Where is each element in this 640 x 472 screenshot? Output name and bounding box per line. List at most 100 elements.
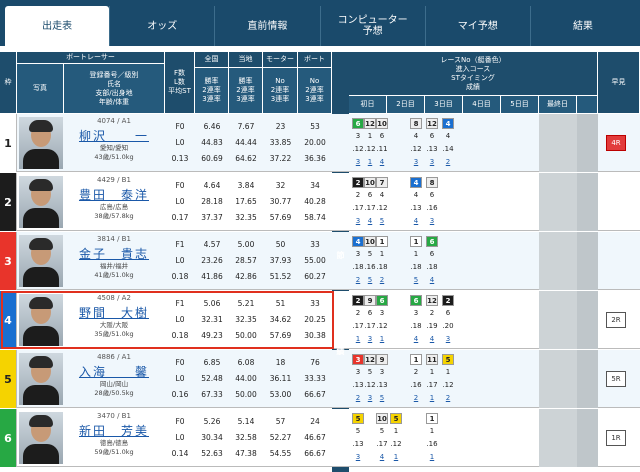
- tab-2[interactable]: 直前情報: [214, 6, 319, 46]
- race-cell: 3: [352, 354, 364, 365]
- race-cell: 10: [364, 177, 376, 188]
- race-result-link[interactable]: 5: [376, 393, 388, 404]
- tab-bar: 出走表 オッズ 直前情報 コンピューター 予想 マイ予想 結果: [0, 0, 640, 46]
- race-result-link[interactable]: 4: [426, 275, 438, 286]
- race-result-link[interactable]: 2: [442, 393, 454, 404]
- race-result-link[interactable]: 3: [352, 157, 364, 168]
- waku-number: 3: [0, 232, 17, 290]
- race-cell: 1: [413, 250, 419, 258]
- tab-3[interactable]: コンピューター 予想: [319, 6, 425, 46]
- race-result-link[interactable]: 4: [376, 157, 388, 168]
- racer-row: 5 4886 / A1 入海 馨 岡山/岡山 28歳/50.5kg F0 L0 0.…: [0, 350, 640, 408]
- avg-st: 0.14: [171, 449, 189, 458]
- racer-name-link[interactable]: 新田 芳美: [64, 422, 164, 439]
- race-result-link[interactable]: 3: [352, 452, 364, 463]
- vertical-label-char: 節: [336, 251, 345, 260]
- race-result-link[interactable]: 3: [352, 216, 364, 227]
- motor-2ren: 33.85: [269, 138, 292, 147]
- race-result-link[interactable]: 1: [352, 334, 364, 345]
- race-result-link[interactable]: 1: [426, 452, 438, 463]
- racer-row: 2 4429 / B1 豊田 泰洋 広島/広島 38歳/57.8kg F0 L0 0…: [0, 173, 640, 231]
- race-result-link[interactable]: 2: [352, 393, 364, 404]
- race-cell: .12: [364, 381, 376, 389]
- vertical-label-char: 績: [336, 347, 345, 356]
- motor-2ren: 37.93: [269, 256, 292, 265]
- hayami-badge[interactable]: 2R: [606, 312, 626, 328]
- race-cell: 5: [442, 354, 454, 365]
- touchi-win: 5.21: [237, 299, 255, 308]
- race-cell: .12: [376, 204, 388, 212]
- race-cell: 6: [376, 295, 388, 306]
- racer-row: 4 4508 / A2 野間 大樹 大阪/大阪 35歳/51.0kg F1 L0 0…: [0, 291, 640, 349]
- race-result-link[interactable]: 2: [376, 275, 388, 286]
- race-result-link[interactable]: 4: [376, 452, 388, 463]
- race-result-link[interactable]: 4: [410, 334, 422, 345]
- race-result-link[interactable]: 3: [364, 334, 376, 345]
- race-result-link[interactable]: 3: [442, 334, 454, 345]
- race-result-link[interactable]: 1: [376, 334, 388, 345]
- race-cell: 3: [355, 250, 361, 258]
- header-motor-rates: No 2連率 3連率: [263, 68, 298, 114]
- hayami-badge[interactable]: 4R: [606, 135, 626, 151]
- racer-name-link[interactable]: 柳沢 一: [64, 127, 164, 144]
- motor-3ren: 57.69: [269, 331, 292, 340]
- touchi-win: 7.67: [237, 122, 255, 131]
- race-result-link[interactable]: 1: [426, 393, 438, 404]
- race-result-link[interactable]: 1: [390, 452, 402, 463]
- race-result-link[interactable]: 3: [410, 157, 422, 168]
- racer-name-link[interactable]: 入海 馨: [64, 363, 164, 380]
- race-result-link[interactable]: 2: [352, 275, 364, 286]
- zenkoku-2ren: 52.48: [201, 374, 223, 383]
- motor-no: 50: [275, 240, 286, 249]
- tab-5[interactable]: 結果: [529, 6, 635, 46]
- header-racer-info: 登録番号／級別 氏名 支部/出身地 年齢/体重: [64, 64, 165, 114]
- zenkoku-2ren: 44.83: [201, 138, 223, 147]
- boat-no: 53: [310, 122, 320, 131]
- racer-name-link[interactable]: 金子 貴志: [64, 245, 164, 262]
- tab-4[interactable]: マイ予想: [424, 6, 530, 46]
- race-result-link[interactable]: 5: [364, 275, 376, 286]
- race-cell: 5: [379, 427, 385, 435]
- zenkoku-3ren: 49.23: [201, 331, 223, 340]
- motor-3ren: 37.22: [269, 154, 292, 163]
- racer-name-link[interactable]: 豊田 泰洋: [64, 186, 164, 203]
- race-cell: .12: [390, 440, 402, 448]
- race-cell: 2: [355, 191, 361, 199]
- race-cell: .17: [426, 381, 438, 389]
- boat-3ren: 60.27: [304, 272, 326, 281]
- race-cell: .12: [410, 145, 422, 153]
- race-result-link[interactable]: 3: [364, 393, 376, 404]
- tab-0[interactable]: 出走表: [5, 6, 110, 46]
- race-result-link[interactable]: 4: [410, 216, 422, 227]
- racer-row: 6 3470 / B1 新田 芳美 徳島/徳島 59歳/51.0kg F0 L0 0…: [0, 409, 640, 467]
- race-result-link[interactable]: 3: [426, 216, 438, 227]
- race-result-link[interactable]: 4: [364, 216, 376, 227]
- race-cell: .18: [376, 263, 388, 271]
- touchi-2ren: 44.00: [235, 374, 257, 383]
- motor-no: 57: [275, 417, 286, 426]
- f-count: F0: [175, 417, 185, 426]
- reg-class: 4429 / B1: [97, 176, 131, 184]
- tab-1[interactable]: オッズ: [109, 6, 214, 46]
- race-result-link[interactable]: 2: [410, 393, 422, 404]
- race-result-link[interactable]: 5: [376, 216, 388, 227]
- race-cell: .18: [352, 263, 364, 271]
- age-weight: 43歳/51.0kg: [94, 153, 134, 161]
- race-result-link[interactable]: 5: [410, 275, 422, 286]
- race-result-link[interactable]: 2: [442, 157, 454, 168]
- race-result-link[interactable]: 1: [364, 157, 376, 168]
- hayami-badge[interactable]: 1R: [606, 430, 626, 446]
- hayami-badge[interactable]: 5R: [606, 371, 626, 387]
- waku-number: 4: [0, 291, 17, 349]
- l-count: L0: [175, 433, 185, 442]
- race-result-link[interactable]: 4: [426, 334, 438, 345]
- race-result-link[interactable]: 3: [426, 157, 438, 168]
- recent-results-grid: 2 9 6 6 12 2 2 6 3 3 2 6.17.17.12.18.19.20 1 3 1 4 4 3: [350, 291, 598, 349]
- racer-name-link[interactable]: 野間 大樹: [64, 304, 164, 321]
- boat-2ren: 46.67: [304, 433, 326, 442]
- race-cell: 6: [367, 191, 373, 199]
- boat-no: 76: [310, 358, 320, 367]
- race-cell: .13: [410, 204, 422, 212]
- race-cell: 4: [413, 191, 419, 199]
- race-cell: 8: [410, 118, 422, 129]
